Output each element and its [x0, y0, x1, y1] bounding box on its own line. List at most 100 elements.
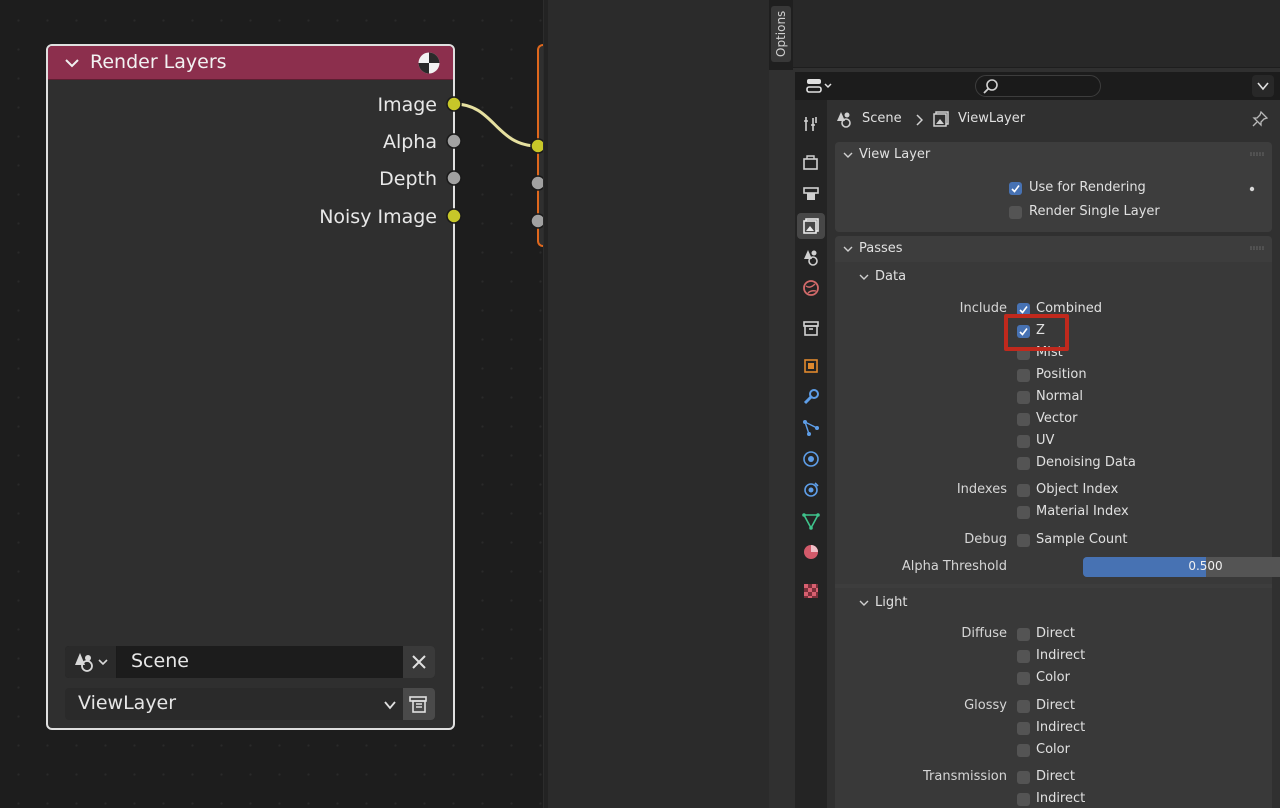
glossy-direct-checkbox[interactable]: [1017, 700, 1030, 713]
chevron-down-icon[interactable]: [843, 150, 853, 160]
vector-label[interactable]: Vector: [1036, 411, 1077, 426]
position-checkbox[interactable]: [1017, 369, 1030, 382]
position-label[interactable]: Position: [1036, 367, 1087, 382]
node-title: Render Layers: [90, 51, 227, 73]
vector-checkbox[interactable]: [1017, 413, 1030, 426]
node-header[interactable]: Render Layers: [48, 46, 453, 80]
normal-label[interactable]: Normal: [1036, 389, 1083, 404]
render-layers-node[interactable]: Render Layers Image Alpha Depth Noisy Im…: [46, 44, 455, 730]
render-view-layer-button[interactable]: [403, 688, 435, 720]
subpanel-title-data[interactable]: Data: [875, 269, 906, 284]
collection-icon[interactable]: [802, 319, 820, 337]
diffuse-indirect-label[interactable]: Indirect: [1036, 648, 1085, 663]
sample-count-checkbox[interactable]: [1017, 534, 1030, 547]
tool-icon[interactable]: [802, 115, 820, 133]
options-dropdown[interactable]: [1252, 75, 1274, 97]
physics-icon[interactable]: [802, 450, 820, 468]
indexes-label: Indexes: [956, 482, 1007, 497]
view-layer-dropdown[interactable]: ViewLayer: [65, 688, 435, 720]
chevron-down-icon[interactable]: [64, 55, 80, 71]
transmission-indirect-checkbox[interactable]: [1017, 793, 1030, 806]
modifier-wrench-icon[interactable]: [802, 388, 820, 406]
glossy-indirect-label[interactable]: Indirect: [1036, 720, 1085, 735]
uv-label[interactable]: UV: [1036, 433, 1054, 448]
material-icon[interactable]: [802, 543, 820, 561]
scene-clear-button[interactable]: [403, 646, 435, 678]
material-index-label[interactable]: Material Index: [1036, 504, 1129, 519]
animate-property-dot-icon[interactable]: [1249, 186, 1255, 192]
render-single-layer-label[interactable]: Render Single Layer: [1029, 204, 1160, 219]
combined-label[interactable]: Combined: [1036, 301, 1102, 316]
normal-checkbox[interactable]: [1017, 391, 1030, 404]
subpanel-title-light[interactable]: Light: [875, 595, 907, 610]
glossy-label: Glossy: [964, 698, 1007, 713]
include-label: Include: [959, 301, 1007, 316]
scene-browse-button[interactable]: [65, 646, 117, 678]
render-icon[interactable]: [802, 154, 820, 172]
panel-title-view-layer[interactable]: View Layer: [859, 147, 930, 162]
scene-icon[interactable]: [802, 248, 820, 266]
material-index-checkbox[interactable]: [1017, 506, 1030, 519]
constraints-icon[interactable]: [802, 481, 820, 499]
combined-checkbox[interactable]: [1017, 303, 1030, 316]
glossy-color-label[interactable]: Color: [1036, 742, 1070, 757]
texture-icon[interactable]: [802, 582, 820, 600]
pin-icon[interactable]: [1252, 111, 1268, 127]
top-panel-area: [793, 0, 1280, 68]
object-icon[interactable]: [802, 357, 820, 375]
diffuse-direct-checkbox[interactable]: [1017, 628, 1030, 641]
denoising-data-checkbox[interactable]: [1017, 457, 1030, 470]
diffuse-direct-label[interactable]: Direct: [1036, 626, 1075, 641]
chevron-down-icon[interactable]: [859, 272, 869, 282]
transmission-label: Transmission: [923, 769, 1007, 784]
denoising-data-label[interactable]: Denoising Data: [1036, 455, 1136, 470]
transmission-direct-checkbox[interactable]: [1017, 771, 1030, 784]
diffuse-indirect-checkbox[interactable]: [1017, 650, 1030, 663]
panel-title-passes[interactable]: Passes: [859, 241, 903, 256]
glossy-color-checkbox[interactable]: [1017, 744, 1030, 757]
glossy-indirect-checkbox[interactable]: [1017, 722, 1030, 735]
mist-checkbox[interactable]: [1017, 347, 1030, 360]
scene-selector[interactable]: Scene: [65, 646, 435, 678]
options-tab[interactable]: Options: [771, 6, 791, 62]
transmission-direct-label[interactable]: Direct: [1036, 769, 1075, 784]
transmission-indirect-label[interactable]: Indirect: [1036, 791, 1085, 806]
sample-count-label[interactable]: Sample Count: [1036, 532, 1127, 547]
checkmark-icon: [1019, 306, 1028, 314]
mist-label[interactable]: Mist: [1036, 345, 1063, 360]
diffuse-color-checkbox[interactable]: [1017, 672, 1030, 685]
chevron-down-icon[interactable]: [859, 598, 869, 608]
node-editor[interactable]: Render Layers Image Alpha Depth Noisy Im…: [0, 0, 548, 808]
chevron-down-icon[interactable]: [843, 244, 853, 254]
socket-label-depth: Depth: [379, 168, 437, 190]
alpha-threshold-label: Alpha Threshold: [901, 559, 1007, 574]
object-index-label[interactable]: Object Index: [1036, 482, 1118, 497]
alpha-threshold-slider[interactable]: 0.500: [1083, 557, 1280, 577]
drag-handle-icon[interactable]: [1250, 152, 1264, 156]
glossy-direct-label[interactable]: Direct: [1036, 698, 1075, 713]
object-index-checkbox[interactable]: [1017, 484, 1030, 497]
search-input[interactable]: [975, 75, 1101, 97]
diffuse-label: Diffuse: [961, 626, 1007, 641]
scene-name[interactable]: Scene: [131, 650, 189, 672]
render-result-icon[interactable]: [417, 51, 441, 75]
use-for-rendering-label[interactable]: Use for Rendering: [1029, 180, 1146, 195]
diffuse-color-label[interactable]: Color: [1036, 670, 1070, 685]
z-label[interactable]: Z: [1036, 323, 1045, 338]
search-icon: [983, 79, 998, 94]
view-layer-icon[interactable]: [802, 217, 820, 235]
use-for-rendering-checkbox[interactable]: [1009, 182, 1022, 195]
chevron-right-icon: [916, 114, 923, 126]
checkmark-icon: [1011, 185, 1020, 193]
object-data-icon[interactable]: [802, 512, 820, 530]
particles-icon[interactable]: [802, 419, 820, 437]
output-icon[interactable]: [802, 185, 820, 203]
drag-handle-icon[interactable]: [1250, 246, 1264, 250]
render-single-layer-checkbox[interactable]: [1009, 206, 1022, 219]
editor-type-icon[interactable]: [803, 75, 837, 97]
breadcrumb-scene: Scene: [862, 111, 902, 126]
uv-checkbox[interactable]: [1017, 435, 1030, 448]
z-checkbox[interactable]: [1017, 325, 1030, 338]
properties-editor[interactable]: Options Scene ViewLayer View Layer Use f…: [769, 0, 1280, 808]
world-icon[interactable]: [802, 279, 820, 297]
